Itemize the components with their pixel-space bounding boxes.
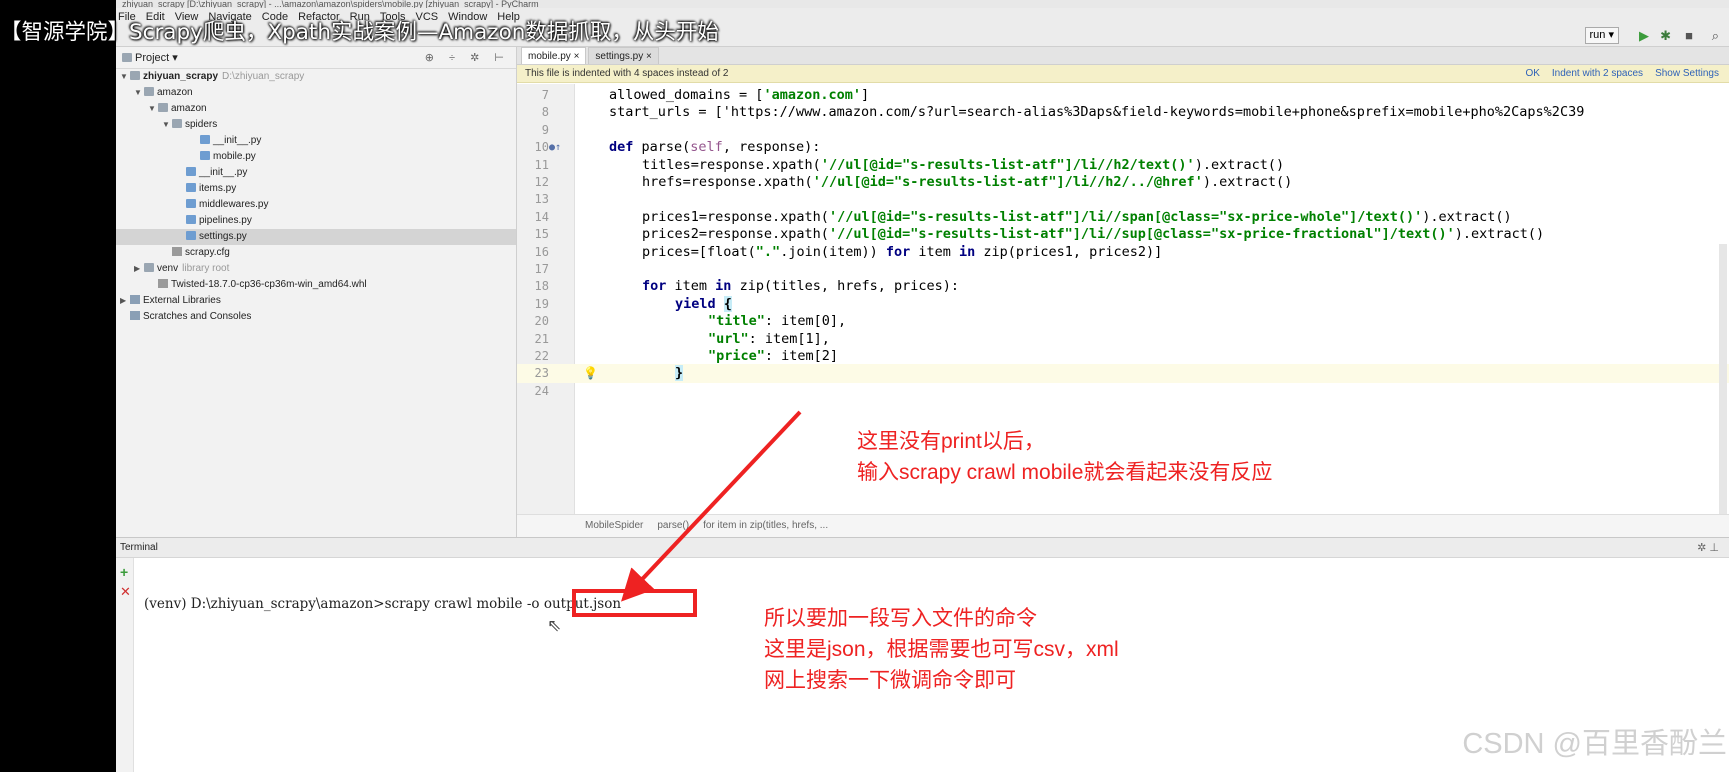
annotation-1-line-2: 输入scrapy crawl mobile就会看起来没有反应 <box>857 461 1273 484</box>
annotation-no-print: 这里没有print以后， 输入scrapy crawl mobile就会看起来没… <box>857 426 1272 488</box>
annotation-2-line-1: 所以要加一段写入文件的命令 <box>764 607 1037 630</box>
annotation-2-line-3: 网上搜索一下微调命令即可 <box>764 669 1016 692</box>
annotation-write-file: 所以要加一段写入文件的命令 这里是json，根据需要也可写csv，xml 网上搜… <box>764 603 1119 696</box>
arrow-line <box>621 410 802 602</box>
csdn-watermark: CSDN @百里香酚兰 <box>1462 728 1727 760</box>
annotation-2-line-2: 这里是json，根据需要也可写csv，xml <box>764 638 1119 661</box>
annotation-1-line-1: 这里没有print以后， <box>857 430 1045 453</box>
